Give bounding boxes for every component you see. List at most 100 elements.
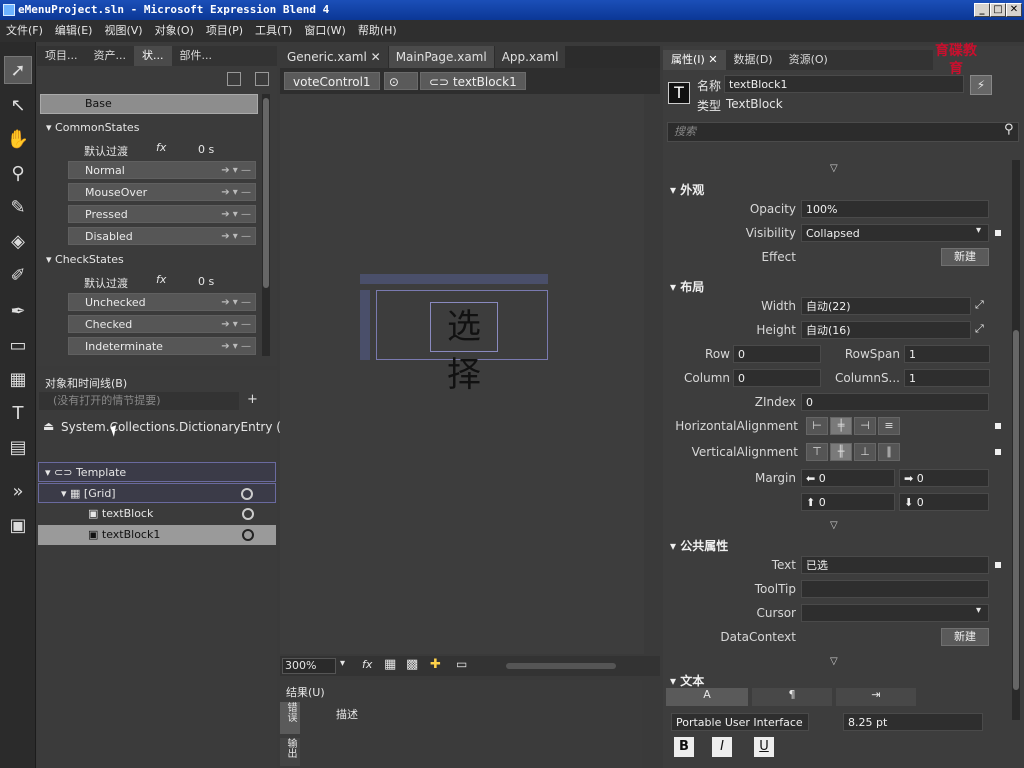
direct-selection-tool-icon[interactable]: ↖ <box>4 92 32 120</box>
font-family-select[interactable]: Portable User Interface <box>671 713 809 731</box>
scope-up-icon[interactable]: ⏏ <box>43 419 54 433</box>
tab-app-xaml[interactable]: App.xaml <box>494 46 566 68</box>
section-text[interactable]: ▾ 文本 <box>670 672 704 689</box>
rowspan-input[interactable]: 1 <box>904 345 990 363</box>
paint-bucket-tool-icon[interactable]: ◈ <box>4 228 32 256</box>
selection-tool-icon[interactable]: ➚ <box>4 56 32 84</box>
halign-center-icon[interactable]: ╪ <box>830 417 852 435</box>
section-common[interactable]: ▾ 公共属性 <box>670 537 728 554</box>
advanced-options-icon[interactable] <box>995 449 1001 455</box>
tree-row-grid[interactable]: ▾ ▦ [Grid] <box>38 483 276 503</box>
eye-icon[interactable] <box>242 529 254 541</box>
breadcrumb-votecontrol[interactable]: voteControl1 <box>284 72 380 90</box>
tab-parts[interactable]: 部件... <box>172 46 221 66</box>
halign-left-icon[interactable]: ⊢ <box>806 417 828 435</box>
grid-toggle-icon[interactable]: ▦ <box>384 657 396 672</box>
tab-mainpage-xaml[interactable]: MainPage.xaml <box>388 46 494 68</box>
effect-new-button[interactable]: 新建 <box>941 248 989 266</box>
valign-stretch-icon[interactable]: ∥ <box>878 443 900 461</box>
tab-projects[interactable]: 项目... <box>37 46 86 66</box>
expand-icon[interactable]: ▾ ▦ <box>39 487 84 500</box>
margin-left-input[interactable]: ⬅ 0 <box>801 469 895 487</box>
tab-errors[interactable]: 错误 <box>280 702 300 734</box>
chevron-down-icon[interactable]: ▾ <box>976 225 981 236</box>
breadcrumb-textblock1[interactable]: ⊂⊃ textBlock1 <box>420 72 526 90</box>
state-group-check[interactable]: ▾ CheckStates <box>46 253 124 266</box>
state-mouseover[interactable]: MouseOver ➔ ▾ — <box>68 183 256 201</box>
tab-assets[interactable]: 资产... <box>86 46 135 66</box>
artboard[interactable]: 选择 <box>280 94 644 654</box>
chevron-down-icon[interactable]: ▽ <box>830 656 838 667</box>
state-pressed[interactable]: Pressed ➔ ▾ — <box>68 205 256 223</box>
section-layout[interactable]: ▾ 布局 <box>670 278 704 295</box>
easing-icon[interactable]: fx <box>156 273 166 286</box>
height-input[interactable]: 自动(16) <box>801 321 971 339</box>
text-input[interactable]: 已选 <box>801 556 989 574</box>
tree-row-textblock1[interactable]: ▣ textBlock1 <box>38 525 276 545</box>
controls-tool-icon[interactable]: ▤ <box>4 434 32 462</box>
advanced-options-icon[interactable] <box>995 423 1001 429</box>
brush-tool-icon[interactable]: ✐ <box>4 262 32 290</box>
state-group-common[interactable]: ▾ CommonStates <box>46 121 139 134</box>
width-input[interactable]: 自动(22) <box>801 297 971 315</box>
visibility-select[interactable]: Collapsed <box>801 224 989 242</box>
menu-project[interactable]: 项目(P) <box>200 20 249 42</box>
underline-button[interactable]: U <box>754 737 774 757</box>
transition-duration[interactable]: 0 s <box>198 275 214 288</box>
zindex-input[interactable]: 0 <box>801 393 989 411</box>
halign-right-icon[interactable]: ⊣ <box>854 417 876 435</box>
menu-file[interactable]: 文件(F) <box>0 20 49 42</box>
tree-row-textblock[interactable]: ▣ textBlock <box>38 504 276 524</box>
menu-window[interactable]: 窗口(W) <box>298 20 351 42</box>
rectangle-tool-icon[interactable]: ▭ <box>4 332 32 360</box>
add-transition-icon[interactable]: ➔ ▾ — <box>221 206 251 224</box>
state-checked[interactable]: Checked ➔ ▾ — <box>68 315 256 333</box>
assets-expand-icon[interactable]: » <box>4 478 32 506</box>
state-disabled[interactable]: Disabled ➔ ▾ — <box>68 227 256 245</box>
tooltip-input[interactable] <box>801 580 989 598</box>
opacity-input[interactable]: 100% <box>801 200 989 218</box>
eye-icon[interactable] <box>241 488 253 500</box>
transition-duration[interactable]: 0 s <box>198 143 214 156</box>
effects-toggle-icon[interactable]: fx <box>362 658 372 671</box>
add-transition-icon[interactable]: ➔ ▾ — <box>221 316 251 334</box>
columnspan-input[interactable]: 1 <box>904 369 990 387</box>
property-search-input[interactable]: 搜索 <box>667 122 1019 142</box>
halign-stretch-icon[interactable]: ≡ <box>878 417 900 435</box>
zoom-select[interactable]: 300% <box>282 658 336 674</box>
menu-object[interactable]: 对象(O) <box>149 20 200 42</box>
margin-bottom-input[interactable]: ⬇ 0 <box>899 493 989 511</box>
font-tab-icon[interactable]: A <box>666 688 748 706</box>
chevron-down-icon[interactable]: ▾ <box>976 605 981 616</box>
pen-tool-icon[interactable]: ✒ <box>4 298 32 326</box>
margin-top-input[interactable]: ⬆ 0 <box>801 493 895 511</box>
datacontext-new-button[interactable]: 新建 <box>941 628 989 646</box>
show-events-icon[interactable]: ⚡ <box>970 75 992 95</box>
minimize-button[interactable]: _ <box>974 3 990 17</box>
zoom-tool-icon[interactable]: ⚲ <box>4 160 32 188</box>
indent-tab-icon[interactable]: ⇥ <box>836 688 916 706</box>
cursor-select[interactable] <box>801 604 989 622</box>
eyedropper-tool-icon[interactable]: ✎ <box>4 194 32 222</box>
paragraph-tab-icon[interactable]: ¶ <box>752 688 832 706</box>
pan-tool-icon[interactable]: ✋ <box>4 126 32 154</box>
menu-edit[interactable]: 编辑(E) <box>49 20 99 42</box>
menu-help[interactable]: 帮助(H) <box>352 20 403 42</box>
row-input[interactable]: 0 <box>733 345 821 363</box>
snap-grid-icon[interactable]: ▩ <box>406 657 418 672</box>
add-transition-icon[interactable]: ➔ ▾ — <box>221 228 251 246</box>
add-transition-icon[interactable]: ➔ ▾ — <box>221 338 251 356</box>
add-state-group-icon[interactable] <box>227 72 241 86</box>
properties-scrollbar[interactable] <box>1012 160 1020 720</box>
chevron-down-icon[interactable]: ▽ <box>830 163 838 174</box>
section-appearance[interactable]: ▾ 外观 <box>670 181 704 198</box>
chevron-down-icon[interactable]: ▽ <box>830 520 838 531</box>
text-tool-icon[interactable]: T <box>4 400 32 428</box>
add-transition-icon[interactable]: ➔ ▾ — <box>221 162 251 180</box>
annotations-icon[interactable]: ▭ <box>456 657 467 671</box>
scroll-thumb[interactable] <box>1013 330 1019 690</box>
states-scrollbar[interactable] <box>262 94 270 356</box>
state-indeterminate[interactable]: Indeterminate ➔ ▾ — <box>68 337 256 355</box>
scroll-thumb[interactable] <box>263 98 269 288</box>
add-transition-icon[interactable]: ➔ ▾ — <box>221 184 251 202</box>
